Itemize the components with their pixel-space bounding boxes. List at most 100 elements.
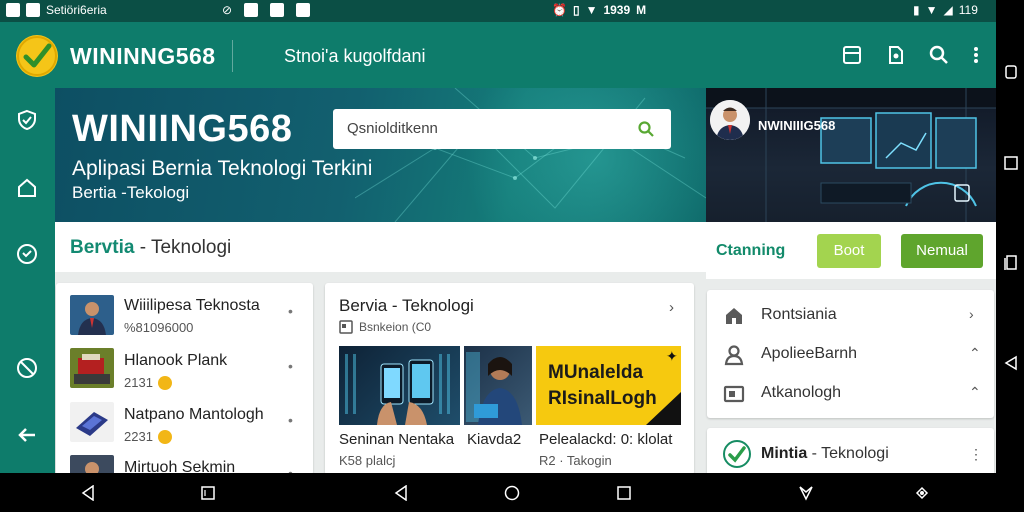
overview-icon[interactable]	[1003, 255, 1019, 271]
home-icon	[723, 305, 745, 327]
category-label-bold: Mintia	[761, 445, 808, 462]
list-thumbnail	[70, 402, 114, 442]
list-item-title: Natpano Mantologh	[124, 406, 264, 423]
menu-item[interactable]: Rontsiania ›	[707, 296, 994, 334]
status-bar: Setiöri6eria ⊘ ⏰ ▯ ▼ 1939 M ▮ ▼ ◢ 119	[0, 0, 996, 22]
search-icon[interactable]	[928, 44, 950, 66]
list-item[interactable]: Hlanook Plank 2131 •	[56, 344, 313, 399]
search-icon[interactable]	[637, 120, 655, 138]
chevron-right-icon: ›	[969, 306, 974, 322]
section-header: Bervtia - Teknologi	[55, 222, 706, 272]
bookmark-icon[interactable]	[841, 44, 863, 66]
promo-scene	[706, 88, 996, 222]
status-time: 1939	[603, 3, 631, 17]
menu-item-label: ApolieeBarnh	[761, 345, 858, 362]
navigation-icon[interactable]	[798, 485, 814, 501]
avatar	[710, 100, 750, 140]
news-image-text: MUnalelda RIsinalLogh	[548, 360, 657, 412]
channel-label[interactable]: Ctanning	[716, 242, 785, 260]
back-icon[interactable]	[393, 485, 409, 501]
news-image[interactable]	[464, 346, 532, 425]
list-thumbnail	[70, 348, 114, 388]
battery-icon: ▮	[913, 3, 920, 17]
battery-text: 119	[958, 3, 978, 17]
notification-icon	[6, 3, 20, 17]
menu-item-label: Rontsiania	[761, 306, 837, 323]
chevron-right-icon[interactable]: ›	[669, 299, 674, 316]
back-icon[interactable]	[80, 485, 96, 501]
coin-icon	[157, 375, 172, 390]
boost-button[interactable]: Boot	[817, 234, 881, 268]
logo-icon	[16, 35, 58, 77]
signal-icon: ◢	[943, 3, 953, 17]
app-title: WININNG568	[70, 43, 216, 69]
news-card-title: Bervia - Teknologi	[339, 296, 474, 315]
status-app-label: Setiöri6eria	[46, 3, 107, 17]
list-item[interactable]: Wiiilipesa Teknosta %81096000 •	[56, 289, 313, 344]
list-item[interactable]: Mirtuoh Sekmin •	[56, 451, 313, 475]
more-vert-icon[interactable]	[965, 44, 987, 66]
sparkle-icon: ✦	[666, 348, 678, 364]
section-title-separator: -	[134, 237, 151, 258]
list-item-title: Wiiilipesa Teknosta	[124, 297, 260, 314]
category-card[interactable]: Mintia - Teknologi ⋮	[707, 428, 994, 478]
search-input[interactable]	[347, 120, 617, 137]
search-box[interactable]	[333, 109, 671, 149]
menu-item[interactable]: ApolieeBarnh ⌃	[707, 335, 994, 373]
status-extra: M	[636, 3, 647, 17]
list-item[interactable]: Natpano Mantologh 2231 •	[56, 398, 313, 453]
more-icon[interactable]: •	[288, 412, 293, 428]
hero-title: WINIING568	[72, 108, 293, 150]
menu-item[interactable]: Atkanologh ⌃	[707, 374, 994, 412]
side-rail	[0, 88, 55, 473]
person-icon	[723, 344, 745, 366]
list-thumbnail	[70, 295, 114, 335]
news-caption: Seninan Nentaka	[339, 431, 455, 448]
news-caption-sub: R2 · Takogin	[539, 453, 612, 468]
home-circle-icon[interactable]	[504, 485, 520, 501]
news-source: Bsnkeion (C0	[339, 320, 431, 334]
category-label-rest: - Teknologi	[807, 445, 889, 462]
list-thumbnail	[70, 455, 114, 475]
list-item-meta-text: 2231	[124, 429, 153, 444]
section-title-primary: Bervtia	[70, 237, 135, 258]
recents-icon[interactable]	[616, 485, 632, 501]
app-subtitle: Stnoi'a kugolfdani	[284, 46, 426, 66]
home-icon[interactable]	[15, 176, 39, 200]
news-caption-sub: K58 plalcj	[339, 453, 396, 468]
back-arrow-icon[interactable]	[15, 423, 39, 447]
news-image[interactable]: MUnalelda RIsinalLogh ✦	[536, 346, 681, 425]
system-nav-strip	[996, 0, 1024, 512]
coin-icon	[157, 429, 172, 444]
more-vert-icon[interactable]: ⋮	[969, 446, 983, 463]
list-item-meta: 2131	[124, 375, 172, 390]
shield-icon[interactable]	[15, 108, 39, 132]
more-icon[interactable]: •	[288, 358, 293, 374]
chevron-up-icon: ⌃	[969, 384, 981, 400]
check-icon	[296, 3, 311, 17]
normal-button[interactable]: Nemual	[901, 234, 983, 268]
assistant-icon[interactable]	[914, 485, 930, 501]
list-item-meta: 2231	[124, 429, 172, 444]
back-icon[interactable]	[1003, 355, 1019, 371]
news-image[interactable]	[339, 346, 460, 425]
app-bar: WININNG568 Stnoi'a kugolfdani	[0, 22, 996, 88]
more-icon[interactable]: •	[288, 303, 293, 319]
bottom-nav-bar	[0, 473, 996, 512]
promo-image[interactable]: NWINIIIG568	[706, 88, 996, 222]
sync-icon: ⊘	[222, 3, 233, 17]
menu-item-label: Atkanologh	[761, 384, 842, 401]
action-bar: Ctanning Boot Nemual	[706, 222, 996, 279]
section-title-secondary: Teknologi	[150, 237, 232, 258]
image-icon	[244, 3, 259, 17]
rotate-icon[interactable]	[1003, 64, 1019, 80]
recents-icon[interactable]	[200, 485, 216, 501]
news-source-text: Bsnkeion (C0	[359, 320, 432, 334]
share-icon[interactable]	[885, 44, 907, 66]
chat-icon[interactable]	[15, 242, 39, 266]
mail-icon	[26, 3, 40, 17]
wifi-icon: ▼	[585, 3, 598, 17]
block-icon[interactable]	[15, 356, 39, 380]
recents-icon[interactable]	[1003, 155, 1019, 171]
news-card[interactable]: Bervia - Teknologi › Bsnkeion (C0 MUnale…	[325, 283, 694, 475]
